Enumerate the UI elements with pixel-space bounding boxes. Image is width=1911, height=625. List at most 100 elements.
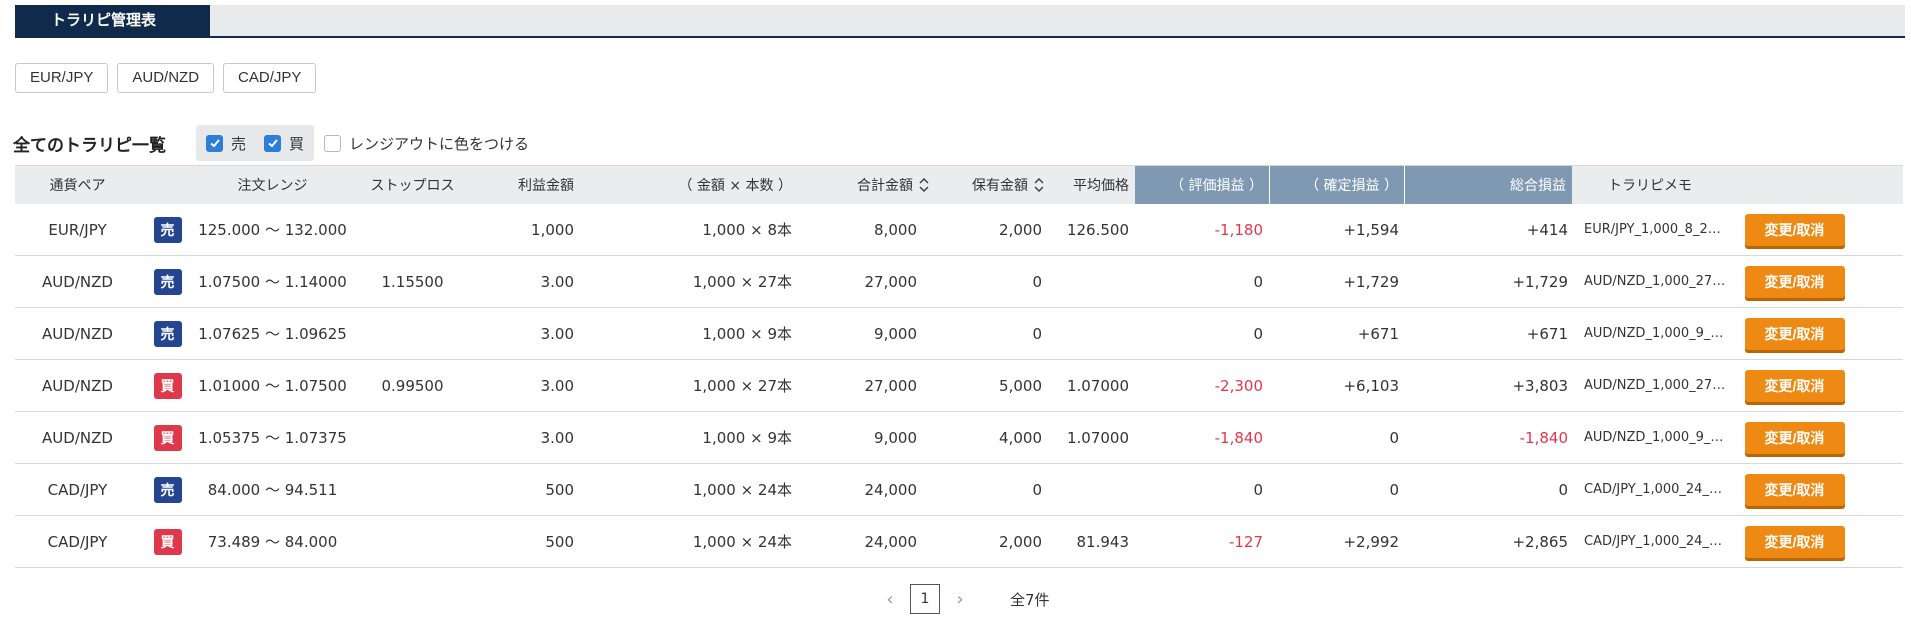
cell-memo: AUD/NZD_1,000_9_… xyxy=(1574,308,1739,359)
cell-profit: 3.00 xyxy=(475,256,590,307)
cell-qty-value: 1,000 × 9本 xyxy=(702,325,792,343)
cell-side: 売 xyxy=(140,204,195,255)
prev-page-icon[interactable]: ‹ xyxy=(870,589,910,610)
cell-memo-value: AUD/NZD_1,000_27… xyxy=(1584,274,1726,289)
edit-cancel-button[interactable]: 変更/取消 xyxy=(1744,317,1845,350)
cell-action: 変更/取消 xyxy=(1739,308,1850,359)
col-overall: 総合損益 xyxy=(1404,166,1572,204)
filter-sell-label: 売 xyxy=(231,134,247,153)
cell-unrealized: -1,180 xyxy=(1135,204,1269,255)
edit-cancel-button[interactable]: 変更/取消 xyxy=(1744,525,1845,558)
cell-total: 24,000 xyxy=(820,516,935,567)
tab-torarepi-table[interactable]: トラリピ管理表 xyxy=(15,5,210,36)
cell-qty: 1,000 × 24本 xyxy=(590,464,820,515)
table-row: AUD/NZD 売 1.07625 〜 1.09625 3.00 1,000 × 9本 9… xyxy=(15,308,1903,360)
cell-realized: +1,729 xyxy=(1269,256,1405,307)
cell-stoploss xyxy=(350,412,475,463)
next-page-icon[interactable]: › xyxy=(940,589,980,610)
cell-overall: -1,840 xyxy=(1405,412,1574,463)
cell-profit: 3.00 xyxy=(475,308,590,359)
cell-side: 買 xyxy=(140,412,195,463)
cell-overall: +1,729 xyxy=(1405,256,1574,307)
cell-holding: 5,000 xyxy=(935,360,1050,411)
list-title: 全てのトラリピ一覧 xyxy=(13,135,166,156)
col-unrealized: （ 評価損益 ） xyxy=(1135,166,1269,204)
cell-avg: 1.07000 xyxy=(1050,412,1135,463)
pair-button-eurjpy[interactable]: EUR/JPY xyxy=(15,63,109,93)
range-out-label: レンジアウトに色をつける xyxy=(349,134,530,153)
cell-range: 1.01000 〜 1.07500 xyxy=(195,360,350,411)
cell-pair-value: AUD/NZD xyxy=(42,428,113,447)
cell-realized-value: +1,594 xyxy=(1343,220,1399,239)
cell-total-value: 27,000 xyxy=(864,376,918,395)
cell-profit-value: 3.00 xyxy=(540,272,574,291)
cell-realized: 0 xyxy=(1269,464,1405,515)
cell-qty-value: 1,000 × 9本 xyxy=(702,429,792,447)
edit-cancel-button[interactable]: 変更/取消 xyxy=(1744,369,1845,402)
col-holding[interactable]: 保有金額 xyxy=(935,166,1050,204)
cell-profit: 3.00 xyxy=(475,412,590,463)
edit-cancel-button[interactable]: 変更/取消 xyxy=(1744,421,1845,454)
cell-unrealized-value: -1,840 xyxy=(1214,428,1263,447)
cell-memo: CAD/JPY_1,000_24_… xyxy=(1574,464,1739,515)
cell-total-value: 8,000 xyxy=(874,220,917,239)
cell-side: 売 xyxy=(140,256,195,307)
cell-pair-value: CAD/JPY xyxy=(47,532,108,551)
side-badge: 売 xyxy=(153,476,182,503)
cell-total: 27,000 xyxy=(820,360,935,411)
pair-buttons: EUR/JPY AUD/NZD CAD/JPY xyxy=(15,63,317,93)
cell-realized: +1,594 xyxy=(1269,204,1405,255)
cell-stoploss-value: 0.99500 xyxy=(381,376,444,395)
cell-profit: 1,000 xyxy=(475,204,590,255)
filter-buy-checkbox[interactable]: 買 xyxy=(264,133,304,154)
table-body: EUR/JPY 売 125.000 〜 132.000 1,000 1,000 × 8本… xyxy=(15,204,1903,568)
cell-unrealized: -1,840 xyxy=(1135,412,1269,463)
side-badge: 買 xyxy=(153,424,182,451)
cell-memo-value: AUD/NZD_1,000_9_… xyxy=(1584,430,1724,445)
cell-overall-value: +671 xyxy=(1526,324,1568,343)
pair-button-cadjpy[interactable]: CAD/JPY xyxy=(223,63,317,93)
cell-qty-value: 1,000 × 8本 xyxy=(702,221,792,239)
cell-pair: CAD/JPY xyxy=(15,464,140,515)
cell-memo-value: CAD/JPY_1,000_24_… xyxy=(1584,482,1722,497)
cell-stoploss: 0.99500 xyxy=(350,360,475,411)
cell-pair: AUD/NZD xyxy=(15,256,140,307)
cell-range-value: 1.07625 〜 1.09625 xyxy=(198,325,347,343)
col-side xyxy=(140,166,195,204)
cell-memo-value: AUD/NZD_1,000_27… xyxy=(1584,378,1726,393)
checkbox-checked-icon xyxy=(264,134,282,152)
col-realized: （ 確定損益 ） xyxy=(1269,166,1404,204)
cell-stoploss xyxy=(350,308,475,359)
cell-overall: +2,865 xyxy=(1405,516,1574,567)
cell-memo: AUD/NZD_1,000_9_… xyxy=(1574,412,1739,463)
filter-sell-checkbox[interactable]: 売 xyxy=(206,133,246,154)
side-badge: 買 xyxy=(153,372,182,399)
cell-memo-value: AUD/NZD_1,000_9_… xyxy=(1584,326,1724,341)
table-row: AUD/NZD 買 1.01000 〜 1.07500 0.99500 3.00 1,00… xyxy=(15,360,1903,412)
cell-pair: CAD/JPY xyxy=(15,516,140,567)
cell-holding: 0 xyxy=(935,464,1050,515)
cell-holding-value: 2,000 xyxy=(999,220,1042,239)
cell-unrealized-value: -127 xyxy=(1228,532,1263,551)
page-number-current[interactable]: 1 xyxy=(910,584,940,614)
cell-realized: +671 xyxy=(1269,308,1405,359)
cell-total-value: 9,000 xyxy=(874,428,917,447)
col-holding-label: 保有金額 xyxy=(972,178,1028,194)
edit-cancel-button[interactable]: 変更/取消 xyxy=(1744,265,1845,298)
edit-cancel-button[interactable]: 変更/取消 xyxy=(1744,473,1845,506)
cell-total-value: 27,000 xyxy=(864,272,918,291)
tab-label: トラリピ管理表 xyxy=(51,11,157,29)
pair-button-audnzd[interactable]: AUD/NZD xyxy=(117,63,215,93)
cell-range: 73.489 〜 84.000 xyxy=(195,516,350,567)
cell-range: 84.000 〜 94.511 xyxy=(195,464,350,515)
cell-unrealized: 0 xyxy=(1135,308,1269,359)
cell-profit: 500 xyxy=(475,516,590,567)
cell-profit-value: 1,000 xyxy=(531,220,574,239)
range-out-color-checkbox[interactable]: レンジアウトに色をつける xyxy=(324,133,529,154)
col-action xyxy=(1737,166,1848,204)
edit-cancel-button[interactable]: 変更/取消 xyxy=(1744,213,1845,246)
col-total[interactable]: 合計金額 xyxy=(820,166,935,204)
cell-profit-value: 3.00 xyxy=(540,428,574,447)
cell-pair: AUD/NZD xyxy=(15,412,140,463)
cell-avg: 126.500 xyxy=(1050,204,1135,255)
